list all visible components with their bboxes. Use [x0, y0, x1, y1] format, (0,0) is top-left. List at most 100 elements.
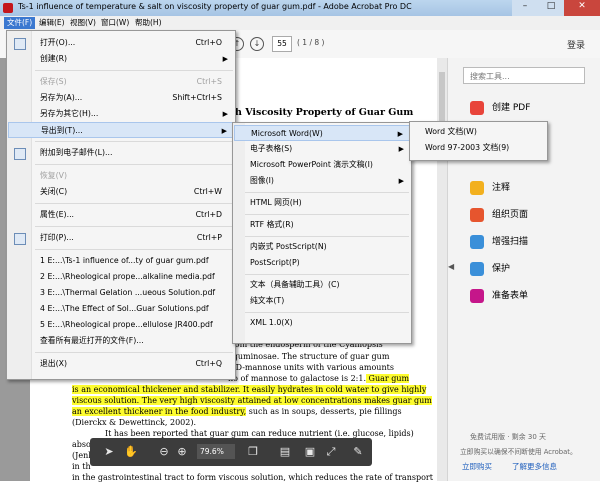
menu-item-label: PostScript(P) [250, 258, 300, 267]
menu-item[interactable]: Word 97-2003 文档(9) [411, 140, 546, 156]
menu-item[interactable]: 打印(P)... Ctrl+P [8, 230, 234, 246]
fullscreen-icon[interactable]: ⤢ [324, 444, 338, 460]
submenu-arrow-icon: ▶ [398, 177, 404, 185]
hand-tool-icon[interactable]: ✋ [124, 444, 138, 460]
copy-icon[interactable]: ❐ [246, 444, 260, 460]
tool-item[interactable]: 注释 [470, 180, 510, 196]
menu-item-label: 4 E:...\The Effect of Sol...Guar Solutio… [40, 304, 209, 313]
menu-item[interactable]: Microsoft PowerPoint 演示文稿(I) [234, 157, 410, 173]
menu-item[interactable]: 另存为(A)... Shift+Ctrl+S [8, 90, 234, 106]
fit-page-icon[interactable]: ▣ [303, 444, 317, 460]
menu-view[interactable]: 视图(V) [67, 17, 99, 29]
annotate-icon[interactable]: ✎ [351, 444, 365, 460]
menu-item[interactable]: RTF 格式(R) [234, 217, 410, 233]
menu-window[interactable]: 窗口(W) [98, 17, 132, 29]
word-submenu: Word 文档(W) Word 97-2003 文档(9) [409, 121, 548, 161]
menu-separator [35, 203, 233, 204]
menu-item[interactable]: 5 E:...\Rheological prope...ellulose JR4… [8, 317, 234, 333]
tool-label: 注释 [492, 183, 511, 193]
menu-help[interactable]: 帮助(H) [132, 17, 165, 29]
menu-item[interactable]: 创建(R) ▶ [8, 51, 234, 67]
menu-item-label: 导出到(T)... [41, 126, 83, 135]
tool-icon [470, 208, 484, 222]
menu-item[interactable]: 文本（具备辅助工具）(C) [234, 277, 410, 293]
menu-item-label: 打开(O)... [40, 38, 76, 47]
menu-item[interactable]: 附加到电子邮件(L)... [8, 145, 234, 161]
select-tool-icon[interactable]: ➤ [102, 444, 116, 460]
page-number-input[interactable]: 55 [272, 36, 292, 52]
submenu-arrow-icon: ▶ [398, 145, 404, 153]
menu-item-label: Word 文档(W) [425, 127, 477, 136]
menu-item-label: 另存为(A)... [40, 93, 83, 102]
menu-item[interactable]: 内嵌式 PostScript(N) [234, 239, 410, 255]
submenu-arrow-icon: ▶ [221, 127, 227, 135]
menu-item[interactable]: Microsoft Word(W) ▶ [234, 125, 410, 141]
menu-item: 恢复(V) [8, 168, 234, 184]
close-window-button[interactable]: ✕ [564, 0, 600, 16]
menu-separator [35, 141, 233, 142]
menu-item-label: Microsoft PowerPoint 演示文稿(I) [250, 160, 373, 169]
zoom-out-icon[interactable]: ⊖ [157, 444, 171, 460]
menu-item: 保存(S) Ctrl+S [8, 74, 234, 90]
menu-separator [245, 214, 409, 215]
menu-item[interactable]: HTML 网页(H) [234, 195, 410, 211]
highlighted-text: is an economical thickener and stabilize… [72, 385, 427, 394]
menu-item[interactable]: 电子表格(S) ▶ [234, 141, 410, 157]
zoom-level[interactable]: 79.6% [197, 444, 235, 459]
export-submenu: Microsoft Word(W) ▶ 电子表格(S) ▶ Microsoft Powe… [232, 122, 412, 344]
menu-separator [245, 312, 409, 313]
document-line-text: ho of mannose to galactose is 2:1. [228, 374, 367, 383]
buy-now-link[interactable]: 立即购买 [462, 461, 492, 472]
menu-item-label: HTML 网页(H) [250, 198, 302, 207]
menu-item[interactable]: 1 E:...\Ts-1 influence of...ty of guar g… [8, 253, 234, 269]
collapse-pane-icon[interactable]: ◀ [448, 262, 456, 276]
page-down-icon[interactable]: ↓ [250, 37, 264, 51]
trial-subtext: 立即购买以确保不间断使用 Acrobat。 [460, 448, 577, 456]
tool-item[interactable]: 增强扫描 [470, 234, 528, 250]
document-line: It has been reported that guar gum can r… [105, 429, 414, 438]
title-bar: Ts-1 influence of temperature & salt on … [0, 0, 600, 16]
tool-item[interactable]: 创建 PDF [470, 100, 530, 116]
menu-item[interactable]: 导出到(T)... ▶ [8, 122, 234, 138]
menu-item[interactable]: 2 E:...\Rheological prope...alkaline med… [8, 269, 234, 285]
tool-item[interactable]: 准备表单 [470, 288, 528, 304]
document-line-text: in th [72, 462, 91, 471]
tool-item[interactable]: 组织页面 [470, 207, 528, 223]
menu-edit[interactable]: 编辑(E) [36, 17, 68, 29]
folder-open-icon [14, 38, 26, 50]
maximize-button[interactable]: □ [538, 0, 564, 16]
document-line: d D-mannose units with various amounts [228, 363, 394, 372]
menu-item[interactable]: PostScript(P) [234, 255, 410, 271]
acrobat-app-icon [3, 3, 13, 13]
menu-item-label: 关闭(C) [40, 187, 68, 196]
file-menu: 打开(O)... Ctrl+O 创建(R) ▶ 保存(S) Ctrl+S 另存为(A)...… [6, 30, 236, 380]
menu-item[interactable]: 打开(O)... Ctrl+O [8, 35, 234, 51]
menu-item[interactable]: 3 E:...\Thermal Gelation ...ueous Soluti… [8, 285, 234, 301]
menu-item[interactable]: 图像(I) ▶ [234, 173, 410, 189]
minimize-button[interactable]: – [512, 0, 538, 16]
menu-item[interactable]: Word 文档(W) [411, 124, 546, 140]
close-icon: ✕ [578, 1, 586, 11]
page-layout-icon[interactable]: ▤ [278, 444, 292, 460]
document-line-text: such as in soups, desserts, pie fillings [246, 407, 402, 416]
tool-item[interactable]: 保护 [470, 261, 510, 277]
tools-search-input[interactable]: 搜索工具... [463, 67, 585, 84]
menu-file[interactable]: 文件(F) [4, 17, 36, 29]
submenu-arrow-icon: ▶ [222, 110, 228, 118]
menu-item[interactable]: 退出(X) Ctrl+Q [8, 356, 234, 372]
menu-item[interactable]: XML 1.0(X) [234, 315, 410, 331]
menu-item[interactable]: 属性(E)... Ctrl+D [8, 207, 234, 223]
sign-in-link[interactable]: 登录 [567, 38, 585, 51]
learn-more-link[interactable]: 了解更多信息 [512, 461, 557, 472]
menu-item[interactable]: 4 E:...\The Effect of Sol...Guar Solutio… [8, 301, 234, 317]
scrollbar-thumb[interactable] [439, 72, 445, 122]
document-line-text: (Dierckx & Dewettinck, 2002). [72, 418, 197, 427]
menu-item-shortcut: Shift+Ctrl+S [172, 93, 222, 102]
menu-item[interactable]: 查看所有最近打开的文件(F)... [8, 333, 234, 349]
menu-item-shortcut: Ctrl+O [195, 38, 222, 47]
menu-item[interactable]: 纯文本(T) [234, 293, 410, 309]
submenu-arrow-icon: ▶ [397, 130, 403, 138]
menu-item[interactable]: 关闭(C) Ctrl+W [8, 184, 234, 200]
menu-item[interactable]: 另存为其它(H)... ▶ [8, 106, 234, 122]
zoom-in-icon[interactable]: ⊕ [175, 444, 189, 460]
